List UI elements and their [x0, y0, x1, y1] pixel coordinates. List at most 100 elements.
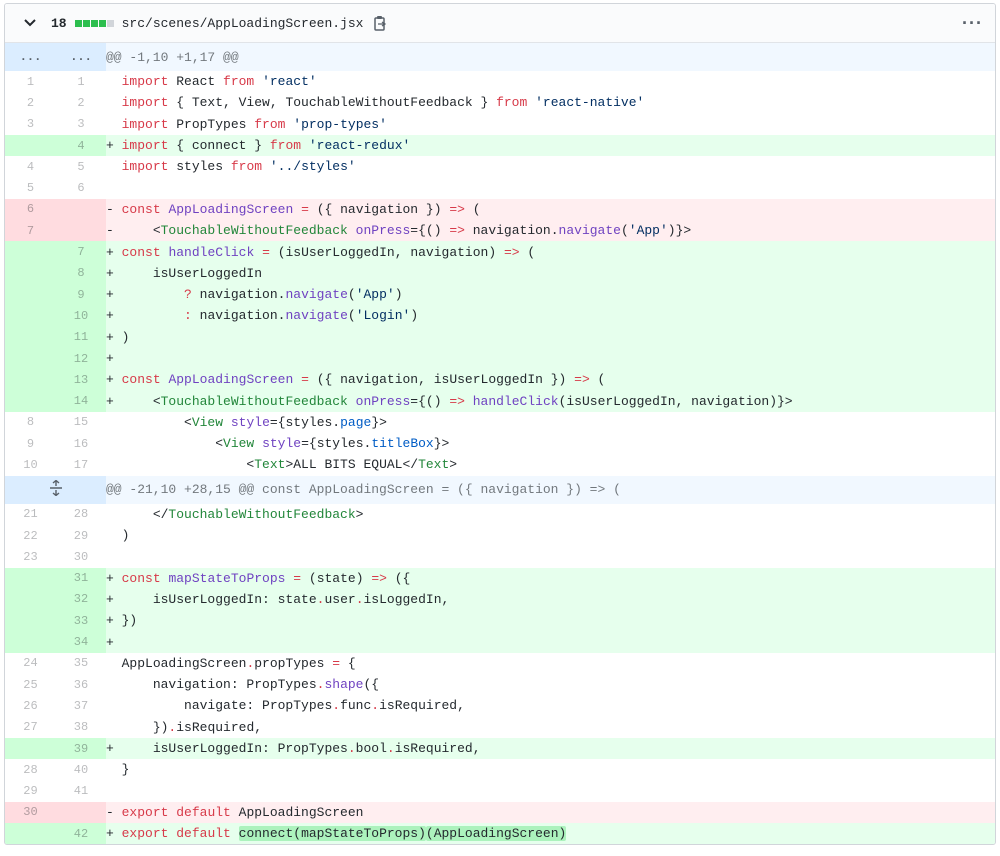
old-line-number[interactable]	[5, 631, 56, 653]
new-line-number[interactable]: 2	[56, 92, 106, 114]
old-line-number[interactable]: 30	[5, 801, 56, 824]
diff-marker: +	[106, 634, 122, 650]
file-path[interactable]: src/scenes/AppLoadingScreen.jsx	[122, 16, 364, 31]
code-token: (isUserLoggedIn, navigation)	[269, 244, 504, 260]
old-line-number[interactable]: 10	[5, 454, 56, 476]
old-line-number[interactable]: 28	[5, 759, 56, 781]
old-line-number[interactable]	[5, 283, 56, 306]
chevron-down-icon[interactable]	[23, 16, 37, 30]
new-line-number[interactable]: 11	[56, 326, 106, 348]
new-line-number[interactable]: 9	[56, 283, 106, 306]
old-line-number[interactable]: 22	[5, 524, 56, 547]
code-line: }).isRequired,	[106, 717, 995, 738]
new-line-number[interactable]	[56, 198, 106, 221]
new-line-number[interactable]: 6	[56, 177, 106, 199]
old-line-number[interactable]	[5, 369, 56, 391]
code-line: +	[106, 347, 995, 370]
new-line-number[interactable]: 35	[56, 652, 106, 675]
new-line-number[interactable]: 41	[56, 780, 106, 802]
old-line-number[interactable]	[5, 134, 56, 157]
new-line-number[interactable]: 39	[56, 737, 106, 760]
added-line: 31 + const mapStateToProps = (state) => (…	[5, 567, 995, 589]
code-token: TouchableWithoutFeedback	[160, 223, 348, 239]
old-line-number[interactable]	[5, 305, 56, 327]
new-line-number[interactable]: 38	[56, 716, 106, 738]
new-line-number[interactable]: 5	[56, 156, 106, 178]
added-line: 33 + })	[5, 610, 995, 632]
new-line-number[interactable]: 40	[56, 759, 106, 781]
old-line-number[interactable]: 9	[5, 433, 56, 455]
new-line-number[interactable]: 7	[56, 241, 106, 263]
old-line-number[interactable]: 27	[5, 716, 56, 738]
old-line-number[interactable]	[5, 241, 56, 263]
old-line-number[interactable]: 21	[5, 503, 56, 525]
old-line-number[interactable]	[5, 262, 56, 284]
old-line-number[interactable]	[5, 326, 56, 348]
new-line-number[interactable]	[56, 220, 106, 242]
new-line-number[interactable]: 32	[56, 588, 106, 611]
old-line-number[interactable]: 4	[5, 156, 56, 178]
kebab-horizontal-icon[interactable]: ···	[962, 14, 983, 32]
old-line-number[interactable]: 23	[5, 546, 56, 568]
new-line-number[interactable]: 17	[56, 454, 106, 476]
old-line-number[interactable]	[5, 737, 56, 760]
new-line-number[interactable]: 34	[56, 631, 106, 653]
new-line-number[interactable]: 37	[56, 695, 106, 717]
clippy-icon[interactable]	[373, 15, 387, 31]
new-line-number[interactable]: 16	[56, 433, 106, 455]
old-line-number[interactable]: 7	[5, 220, 56, 242]
old-line-number[interactable]: 2	[5, 92, 56, 114]
new-line-number[interactable]: 15	[56, 411, 106, 434]
old-line-number[interactable]: 1	[5, 71, 56, 93]
old-line-number[interactable]	[5, 390, 56, 412]
code-token: .	[347, 741, 356, 757]
new-line-number[interactable]: 10	[56, 305, 106, 327]
code-token: =	[410, 223, 419, 239]
new-line-number[interactable]: 12	[56, 347, 106, 370]
unfold-icon[interactable]	[5, 475, 106, 504]
hunk-header-text: @@ -21,10 +28,15 @@ const AppLoadingScre…	[106, 475, 995, 504]
new-line-number[interactable]: 14	[56, 390, 106, 412]
new-line-number[interactable]: 3	[56, 113, 106, 135]
diff-marker: +	[106, 393, 122, 409]
new-line-number[interactable]: 1	[56, 71, 106, 93]
code-token: =>	[449, 201, 465, 217]
new-line-number[interactable]: 28	[56, 503, 106, 525]
new-line-number[interactable]: 42	[56, 823, 106, 845]
new-line-number[interactable]: 8	[56, 262, 106, 284]
added-line: 42 + export default connect(mapStateToPro…	[5, 823, 995, 845]
old-line-number[interactable]	[5, 567, 56, 589]
old-line-number[interactable]	[5, 347, 56, 370]
old-line-number[interactable]: 5	[5, 177, 56, 199]
code-line: +	[106, 631, 995, 653]
code-token: titleBox	[371, 436, 434, 452]
old-line-number[interactable]: 25	[5, 674, 56, 696]
old-line-number[interactable]: 6	[5, 198, 56, 221]
code-token: handleClick	[472, 393, 559, 409]
diff-marker: +	[106, 287, 122, 303]
diff-marker	[106, 117, 122, 132]
diffstat-block	[74, 19, 82, 27]
new-line-number[interactable]: 31	[56, 567, 106, 589]
new-line-number[interactable]	[56, 801, 106, 824]
old-line-number[interactable]: 3	[5, 113, 56, 135]
old-line-number[interactable]: 24	[5, 652, 56, 675]
old-line-number[interactable]	[5, 610, 56, 632]
new-line-number[interactable]: 29	[56, 524, 106, 547]
new-line-number[interactable]: 36	[56, 674, 106, 696]
new-line-number[interactable]: 13	[56, 369, 106, 391]
new-line-number[interactable]: 33	[56, 610, 106, 632]
diff-marker: +	[106, 308, 122, 324]
old-line-number[interactable]: 29	[5, 780, 56, 802]
old-line-number[interactable]: 26	[5, 695, 56, 717]
diffstat-block	[106, 19, 114, 27]
old-line-number[interactable]	[5, 588, 56, 611]
new-line-number[interactable]: 4	[56, 134, 106, 157]
old-line-number[interactable]: 8	[5, 411, 56, 434]
context-line: 22 29 )	[5, 524, 995, 547]
old-line-number[interactable]	[5, 823, 56, 845]
expand-down-button[interactable]: ...	[56, 43, 106, 71]
new-line-number[interactable]: 30	[56, 546, 106, 568]
expand-up-button[interactable]: ...	[5, 43, 56, 71]
context-line: 8 15 <View style={styles.page}>	[5, 411, 995, 434]
